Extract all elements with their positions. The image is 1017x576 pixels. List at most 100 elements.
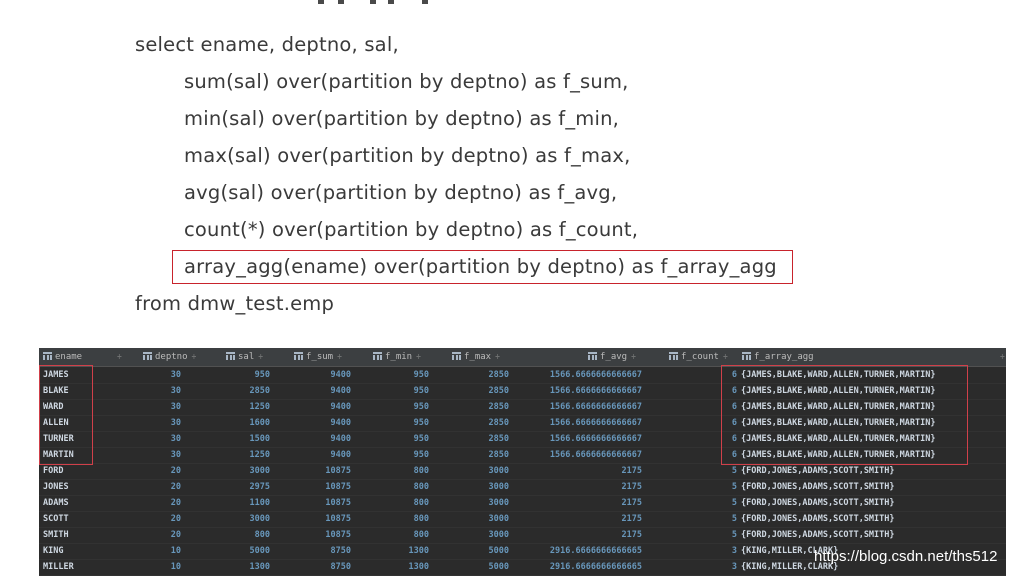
cell-f-max[interactable]: 5000 (436, 559, 509, 575)
cell-f-max[interactable]: 3000 (436, 527, 509, 543)
cell-f-avg[interactable]: 2916.6666666666665 (515, 559, 642, 575)
cell-f-max[interactable]: 3000 (436, 479, 509, 495)
cell-f-array-agg[interactable]: {FORD,JONES,ADAMS,SCOTT,SMITH} (741, 479, 1001, 495)
cell-sal[interactable]: 1600 (209, 415, 270, 431)
cell-f-sum[interactable]: 9400 (278, 415, 351, 431)
cell-f-array-agg[interactable]: {FORD,JONES,ADAMS,SCOTT,SMITH} (741, 495, 1001, 511)
column-header-ename[interactable]: ename ÷ (43, 348, 122, 366)
cell-f-avg[interactable]: 2175 (515, 511, 642, 527)
cell-sal[interactable]: 1500 (209, 431, 270, 447)
cell-f-sum[interactable]: 10875 (278, 479, 351, 495)
cell-sal[interactable]: 5000 (209, 543, 270, 559)
column-header-f-count[interactable]: f_count ÷ (669, 348, 739, 366)
cell-sal[interactable]: 2850 (209, 383, 270, 399)
cell-f-count[interactable]: 5 (699, 495, 737, 511)
column-header-sal[interactable]: sal ÷ (226, 348, 276, 366)
column-header-deptno[interactable]: deptno ÷ (143, 348, 203, 366)
cell-ename[interactable]: MILLER (43, 559, 123, 575)
cell-f-avg[interactable]: 1566.6666666666667 (515, 367, 642, 383)
cell-sal[interactable]: 3000 (209, 463, 270, 479)
cell-ename[interactable]: FORD (43, 463, 123, 479)
column-header-f-min[interactable]: f_min ÷ (373, 348, 433, 366)
cell-deptno[interactable]: 30 (123, 431, 181, 447)
cell-deptno[interactable]: 10 (123, 543, 181, 559)
cell-f-min[interactable]: 950 (357, 399, 429, 415)
cell-sal[interactable]: 3000 (209, 511, 270, 527)
cell-deptno[interactable]: 20 (123, 527, 181, 543)
cell-f-sum[interactable]: 9400 (278, 431, 351, 447)
table-row[interactable]: SCOTT 20 3000 10875 800 3000 2175 5 {FORD,JONES,… (39, 511, 1006, 528)
cell-f-sum[interactable]: 10875 (278, 495, 351, 511)
cell-f-sum[interactable]: 9400 (278, 447, 351, 463)
column-header-f-max[interactable]: f_max ÷ (452, 348, 512, 366)
cell-f-sum[interactable]: 9400 (278, 383, 351, 399)
cell-f-count[interactable]: 5 (699, 463, 737, 479)
cell-f-min[interactable]: 800 (357, 463, 429, 479)
cell-deptno[interactable]: 30 (123, 415, 181, 431)
cell-f-count[interactable]: 3 (699, 543, 737, 559)
cell-f-max[interactable]: 3000 (436, 495, 509, 511)
sort-icon[interactable]: ÷ (631, 352, 636, 361)
cell-f-avg[interactable]: 1566.6666666666667 (515, 383, 642, 399)
table-row[interactable]: JONES 20 2975 10875 800 3000 2175 5 {FORD,JONES,… (39, 479, 1006, 496)
cell-f-max[interactable]: 3000 (436, 463, 509, 479)
cell-f-min[interactable]: 1300 (357, 559, 429, 575)
cell-ename[interactable]: SMITH (43, 527, 123, 543)
cell-sal[interactable]: 2975 (209, 479, 270, 495)
cell-f-sum[interactable]: 10875 (278, 527, 351, 543)
cell-deptno[interactable]: 20 (123, 511, 181, 527)
cell-f-min[interactable]: 950 (357, 415, 429, 431)
cell-deptno[interactable]: 20 (123, 463, 181, 479)
cell-f-min[interactable]: 1300 (357, 543, 429, 559)
cell-f-avg[interactable]: 2175 (515, 527, 642, 543)
cell-f-avg[interactable]: 1566.6666666666667 (515, 415, 642, 431)
column-header-f-array-agg[interactable]: f_array_agg ÷ (742, 348, 1005, 366)
cell-f-sum[interactable]: 9400 (278, 399, 351, 415)
cell-ename[interactable]: JONES (43, 479, 123, 495)
cell-f-min[interactable]: 950 (357, 383, 429, 399)
cell-f-max[interactable]: 2850 (436, 431, 509, 447)
cell-f-count[interactable]: 5 (699, 479, 737, 495)
cell-f-count[interactable]: 5 (699, 527, 737, 543)
cell-f-max[interactable]: 2850 (436, 367, 509, 383)
cell-f-avg[interactable]: 2175 (515, 463, 642, 479)
cell-sal[interactable]: 800 (209, 527, 270, 543)
cell-f-avg[interactable]: 1566.6666666666667 (515, 431, 642, 447)
cell-f-array-agg[interactable]: {FORD,JONES,ADAMS,SCOTT,SMITH} (741, 511, 1001, 527)
column-header-f-avg[interactable]: f_avg ÷ (588, 348, 648, 366)
cell-f-max[interactable]: 2850 (436, 399, 509, 415)
cell-ename[interactable]: KING (43, 543, 123, 559)
cell-f-min[interactable]: 800 (357, 495, 429, 511)
cell-deptno[interactable]: 20 (123, 495, 181, 511)
cell-deptno[interactable]: 30 (123, 367, 181, 383)
cell-f-max[interactable]: 2850 (436, 415, 509, 431)
cell-f-avg[interactable]: 2175 (515, 495, 642, 511)
cell-f-min[interactable]: 950 (357, 367, 429, 383)
cell-sal[interactable]: 950 (209, 367, 270, 383)
column-header-f-sum[interactable]: f_sum ÷ (294, 348, 354, 366)
cell-f-max[interactable]: 2850 (436, 447, 509, 463)
cell-f-min[interactable]: 800 (357, 511, 429, 527)
table-row[interactable]: FORD 20 3000 10875 800 3000 2175 5 {FORD,JONES,A… (39, 463, 1006, 480)
table-row[interactable]: ADAMS 20 1100 10875 800 3000 2175 5 {FORD,JONES,… (39, 495, 1006, 512)
cell-f-avg[interactable]: 2916.6666666666665 (515, 543, 642, 559)
sort-icon[interactable]: ÷ (416, 352, 421, 361)
cell-f-count[interactable]: 3 (699, 559, 737, 575)
cell-f-count[interactable]: 5 (699, 511, 737, 527)
sort-icon[interactable]: ÷ (192, 352, 197, 361)
cell-deptno[interactable]: 10 (123, 559, 181, 575)
cell-f-sum[interactable]: 9400 (278, 367, 351, 383)
cell-f-sum[interactable]: 8750 (278, 559, 351, 575)
cell-deptno[interactable]: 30 (123, 383, 181, 399)
cell-f-max[interactable]: 2850 (436, 383, 509, 399)
cell-f-max[interactable]: 5000 (436, 543, 509, 559)
sort-icon[interactable]: ÷ (723, 352, 728, 361)
cell-f-min[interactable]: 950 (357, 431, 429, 447)
sort-icon[interactable]: ÷ (1000, 348, 1005, 366)
cell-f-avg[interactable]: 2175 (515, 479, 642, 495)
sort-icon[interactable]: ÷ (337, 352, 342, 361)
sort-icon[interactable]: ÷ (117, 348, 122, 366)
cell-deptno[interactable]: 30 (123, 399, 181, 415)
cell-f-sum[interactable]: 10875 (278, 463, 351, 479)
cell-f-min[interactable]: 950 (357, 447, 429, 463)
